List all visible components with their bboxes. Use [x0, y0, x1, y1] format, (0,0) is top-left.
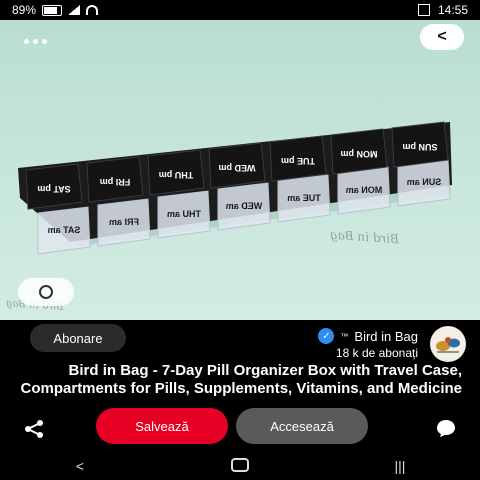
status-left: 89% [12, 3, 99, 17]
creator-name: Bird in Bag [354, 328, 418, 344]
pill-lid-label: WED pm [219, 163, 256, 173]
nav-recents-icon[interactable]: ||| [380, 458, 420, 474]
more-icon-dot [32, 38, 38, 44]
follower-count: 18 k de abonați [335, 346, 418, 360]
save-button[interactable]: Salvează [96, 408, 228, 444]
status-time: 14:55 [437, 3, 468, 17]
lens-icon [39, 285, 53, 299]
back-button[interactable]: < [420, 24, 464, 50]
pill-lid-label: SAT pm [37, 184, 70, 194]
pin-title: Bird in Bag - 7-Day Pill Organizer Box w… [20, 362, 462, 397]
pill-cup-label: WED am [226, 201, 263, 211]
pill-lid-label: MON pm [341, 149, 378, 159]
pill-lid-label: FRI pm [100, 177, 131, 187]
pill-lid-label: TUE pm [281, 156, 315, 166]
creator-avatar[interactable] [430, 326, 466, 362]
follow-button[interactable]: Abonare [30, 324, 126, 352]
pin-image[interactable]: SUN am MON am TUE am WED am THU am FRI am SAT … [0, 20, 480, 320]
pill-cup-label: TUE am [287, 193, 321, 203]
pill-cup-label: SUN am [407, 177, 442, 187]
verified-icon: ✓ [318, 328, 335, 344]
notification-icon [417, 4, 430, 16]
battery-percent: 89% [12, 3, 37, 17]
visual-search-button[interactable] [18, 278, 74, 306]
more-icon-dot [41, 38, 47, 44]
battery-icon [42, 4, 63, 16]
system-nav-bar: < ||| [0, 452, 480, 480]
action-bar: Salvează Accesează [0, 406, 480, 452]
signal-icon [68, 5, 81, 15]
more-options-button[interactable] [14, 28, 56, 54]
wifi-icon [86, 5, 99, 15]
pill-cup-label: MON am [346, 185, 383, 195]
pill-cup-label: SAT am [48, 225, 81, 235]
creator-info[interactable]: ✓ ™ Bird in Bag 18 k de abonați [318, 326, 466, 362]
nav-home-icon[interactable] [220, 457, 260, 475]
pill-lid-label: SUN pm [402, 142, 437, 152]
trademark: ™ [340, 331, 349, 341]
pill-organizer-photo: SUN am MON am TUE am WED am THU am FRI am SAT … [18, 121, 452, 255]
share-icon[interactable] [24, 420, 44, 438]
pill-cup-label: FRI am [109, 217, 139, 227]
more-icon-dot [23, 38, 29, 44]
pill-cup-label: THU am [167, 209, 201, 219]
comment-icon[interactable] [436, 418, 456, 438]
pill-lid-label: THU pm [159, 170, 194, 180]
nav-back-icon[interactable]: < [60, 458, 100, 474]
visit-button[interactable]: Accesează [236, 408, 368, 444]
creator-text: ✓ ™ Bird in Bag 18 k de abonați [318, 328, 418, 360]
status-right: 14:55 [417, 3, 468, 17]
back-arrow-icon: < [437, 28, 447, 45]
status-bar: 89% 14:55 [0, 0, 480, 20]
bird-logo-icon [436, 337, 460, 353]
creator-name-row: ✓ ™ Bird in Bag [318, 328, 418, 344]
